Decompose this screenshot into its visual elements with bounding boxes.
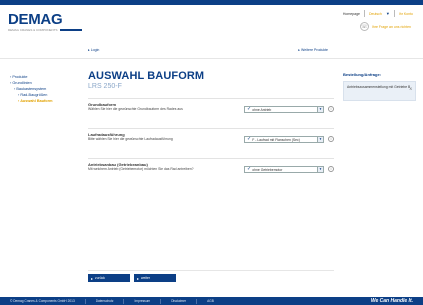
order-item-text: Antriebszusammenstellung mit Getriebe B xyxy=(347,85,411,89)
demag-logo[interactable]: DEMAG DEMAG CRANES & COMPONENTS xyxy=(8,12,82,32)
logo-bar xyxy=(59,29,82,31)
left-navigation: Produkte Grundlinien Baukastensystem Rad… xyxy=(10,74,52,104)
header-divider xyxy=(0,58,423,59)
phone-icon: ☏ xyxy=(359,22,369,31)
order-item-card: Antriebszusammenstellung mit Getriebe B … xyxy=(343,81,416,101)
logo-subline: DEMAG CRANES & COMPONENTS xyxy=(8,28,82,32)
footer-link-imprint[interactable]: Impressum xyxy=(134,299,150,303)
divider xyxy=(363,10,365,17)
top-links: Homepage Deutsch ▼ Ihr Konto xyxy=(343,10,413,17)
check-icon: ✓ xyxy=(247,136,252,142)
homepage-link[interactable]: Homepage xyxy=(343,12,360,16)
check-icon: ✓ xyxy=(247,166,252,172)
contact-link[interactable]: ☏ Ihre Frage an uns richten xyxy=(359,22,411,31)
chevron-down-icon[interactable]: ▼ xyxy=(386,11,390,16)
section-base-design: Grundbauform Wählen Sie hier die gewünsc… xyxy=(88,98,334,120)
arrow-right-icon: ▸ xyxy=(137,275,140,281)
section-drive-mounting: Antriebsanbau (Getriebeanbau) Mit welche… xyxy=(88,158,334,180)
page-title: AUSWAHL BAUFORM xyxy=(88,70,205,82)
chevron-down-icon[interactable]: ▼ xyxy=(317,167,323,172)
order-panel: Bestellung/Anfrage: Antriebszusammenstel… xyxy=(343,72,416,101)
form-actions: ▸ zurück ▸ weiter xyxy=(88,270,334,282)
back-label: zurück xyxy=(95,276,106,280)
logo-subtext: DEMAG CRANES & COMPONENTS xyxy=(8,28,58,32)
top-accent-bar xyxy=(0,0,423,5)
divider xyxy=(393,10,395,17)
chevron-down-icon[interactable]: ▼ xyxy=(317,137,323,142)
next-button[interactable]: ▸ weiter xyxy=(134,274,176,282)
footer-link-privacy[interactable]: Datenschutz xyxy=(96,299,114,303)
nav-item-select-design[interactable]: Auswahl Bauform xyxy=(10,98,52,104)
wheel-design-select[interactable]: ✓ F - Laufrad mit Flanschen (Sec) ▼ xyxy=(244,136,324,143)
info-icon[interactable]: i xyxy=(328,106,334,112)
check-icon: ✓ xyxy=(247,106,252,112)
order-panel-title: Bestellung/Anfrage: xyxy=(343,72,382,77)
account-link[interactable]: Ihr Konto xyxy=(399,12,413,16)
select-value: ohne Getriebemotor xyxy=(252,167,283,172)
select-value: F - Laufrad mit Flanschen (Sec) xyxy=(252,137,300,142)
divider xyxy=(196,298,198,304)
main-content: AUSWAHL BAUFORM LRS 250-F Grundbauform W… xyxy=(88,70,334,180)
footer: © Demag Cranes & Components GmbH 2013 Da… xyxy=(0,297,423,305)
info-icon[interactable]: i xyxy=(328,136,334,142)
next-label: weiter xyxy=(141,276,151,280)
divider xyxy=(160,298,162,304)
chevron-down-icon[interactable]: ▼ xyxy=(317,107,323,112)
footer-copyright: © Demag Cranes & Components GmbH 2013 xyxy=(10,299,75,303)
page-subtitle: LRS 250-F xyxy=(88,83,122,90)
base-design-select[interactable]: ✓ ohne Antrieb ▼ xyxy=(244,106,324,113)
logo-text: DEMAG xyxy=(8,11,63,28)
remove-icon[interactable]: X xyxy=(409,86,412,91)
info-icon[interactable]: i xyxy=(328,166,334,172)
contact-label: Ihre Frage an uns richten xyxy=(371,24,411,29)
footer-slogan: We Can Handle It. xyxy=(370,298,413,304)
arrow-left-icon: ▸ xyxy=(91,275,94,281)
section-wheel-design: Laufradausführung Bitte wählen Sie hier … xyxy=(88,128,334,150)
back-button[interactable]: ▸ zurück xyxy=(88,274,130,282)
more-products-link[interactable]: Weitere Produkte xyxy=(298,48,328,52)
login-link[interactable]: Login xyxy=(88,48,100,52)
sub-navigation: Login Weitere Produkte xyxy=(88,48,328,52)
footer-link-disclaimer[interactable]: Disclaimer xyxy=(171,299,186,303)
select-value: ohne Antrieb xyxy=(252,107,272,112)
language-select[interactable]: Deutsch xyxy=(369,12,382,16)
drive-mounting-select[interactable]: ✓ ohne Getriebemotor ▼ xyxy=(244,166,324,173)
divider xyxy=(84,298,86,304)
divider xyxy=(123,298,125,304)
footer-link-terms[interactable]: AGB xyxy=(207,299,214,303)
